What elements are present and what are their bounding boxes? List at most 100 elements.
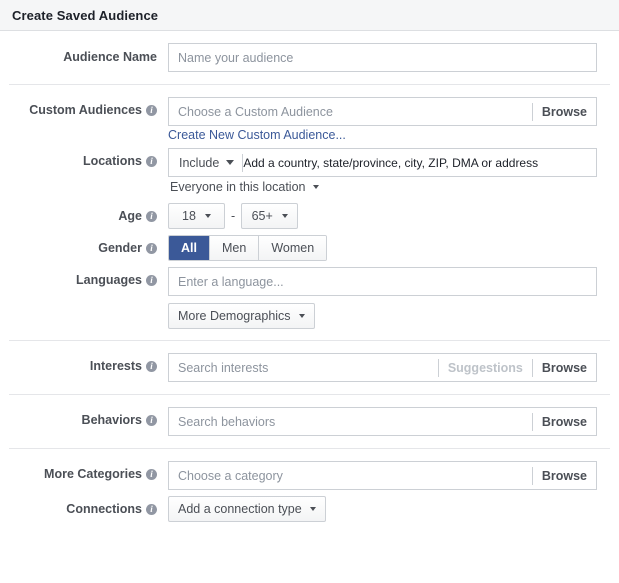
locations-search-input[interactable]: Add a country, state/province, city, ZIP… — [243, 156, 538, 170]
custom-audiences-placeholder: Choose a Custom Audience — [169, 105, 532, 119]
chevron-down-icon — [205, 214, 211, 218]
control-interests: Search interests Suggestions Browse — [168, 353, 610, 382]
label-more-categories: More Categories — [9, 461, 168, 481]
control-audience-name: Name your audience — [168, 43, 610, 72]
label-locations: Locations — [9, 148, 168, 168]
connections-label: Add a connection type — [178, 502, 302, 516]
control-behaviors: Search behaviors Browse — [168, 407, 610, 436]
control-more-categories: Choose a category Browse — [168, 461, 610, 490]
label-behaviors: Behaviors — [9, 407, 168, 427]
label-interests: Interests — [9, 353, 168, 373]
label-text: Behaviors — [82, 413, 142, 427]
label-text: Custom Audiences — [29, 103, 142, 117]
info-icon[interactable] — [146, 105, 157, 116]
row-locations: Locations Include Add a country, state/p… — [0, 148, 619, 194]
gender-segmented-control: All Men Women — [168, 235, 327, 261]
more-demographics-label: More Demographics — [178, 309, 291, 323]
info-icon[interactable] — [146, 275, 157, 286]
age-max-dropdown[interactable]: 65+ — [241, 203, 298, 229]
row-age: Age 18 - 65+ — [0, 203, 619, 229]
browse-button[interactable]: Browse — [533, 415, 596, 429]
label-connections: Connections — [9, 496, 168, 516]
chevron-down-icon — [282, 214, 288, 218]
label-text: Audience Name — [63, 50, 157, 64]
row-gender: Gender All Men Women — [0, 235, 619, 261]
label-languages: Languages — [9, 267, 168, 287]
chevron-down-icon — [299, 314, 305, 318]
age-min-dropdown[interactable]: 18 — [168, 203, 225, 229]
interests-input[interactable]: Search interests Suggestions Browse — [168, 353, 597, 382]
locations-scope-dropdown[interactable]: Everyone in this location — [168, 177, 321, 194]
locations-scope-value: Everyone in this location — [170, 180, 306, 194]
divider-after-behaviors — [9, 448, 610, 449]
interests-placeholder: Search interests — [169, 361, 438, 375]
info-icon[interactable] — [146, 243, 157, 254]
label-age: Age — [9, 203, 168, 223]
page-title: Create Saved Audience — [12, 8, 158, 23]
custom-audiences-input[interactable]: Choose a Custom Audience Browse — [168, 97, 597, 126]
dialog-header: Create Saved Audience — [0, 0, 619, 31]
more-categories-input[interactable]: Choose a category Browse — [168, 461, 597, 490]
control-age: 18 - 65+ — [168, 203, 610, 229]
gender-option-men[interactable]: Men — [209, 236, 258, 260]
chevron-down-icon — [310, 507, 316, 511]
label-text: Languages — [76, 273, 142, 287]
control-custom-audiences: Choose a Custom Audience Browse Create N… — [168, 97, 610, 142]
label-text: More Categories — [44, 467, 142, 481]
behaviors-placeholder: Search behaviors — [169, 415, 532, 429]
row-audience-name: Audience Name Name your audience — [0, 43, 619, 72]
label-text: Age — [118, 209, 142, 223]
languages-placeholder: Enter a language... — [169, 275, 596, 289]
label-text: Interests — [90, 359, 142, 373]
age-range-group: 18 - 65+ — [168, 203, 610, 229]
browse-button[interactable]: Browse — [533, 469, 596, 483]
age-range-separator: - — [225, 209, 241, 223]
gender-option-all[interactable]: All — [169, 236, 209, 260]
info-icon[interactable] — [146, 361, 157, 372]
row-more-categories: More Categories Choose a category Browse — [0, 461, 619, 490]
chevron-down-icon — [313, 185, 319, 189]
locations-include-dropdown[interactable]: Include — [169, 156, 242, 170]
row-connections: Connections Add a connection type — [0, 496, 619, 522]
suggestions-button[interactable]: Suggestions — [439, 361, 532, 375]
more-demographics-dropdown[interactable]: More Demographics — [168, 303, 315, 329]
browse-button[interactable]: Browse — [533, 361, 596, 375]
control-gender: All Men Women — [168, 235, 610, 261]
control-connections: Add a connection type — [168, 496, 610, 522]
info-icon[interactable] — [146, 504, 157, 515]
row-custom-audiences: Custom Audiences Choose a Custom Audienc… — [0, 97, 619, 142]
divider-after-demographics — [9, 340, 610, 341]
info-icon[interactable] — [146, 156, 157, 167]
languages-input[interactable]: Enter a language... — [168, 267, 597, 296]
locations-input-group: Include Add a country, state/province, c… — [168, 148, 597, 177]
label-audience-name: Audience Name — [9, 43, 168, 64]
info-icon[interactable] — [146, 415, 157, 426]
more-categories-placeholder: Choose a category — [169, 469, 532, 483]
label-gender: Gender — [9, 235, 168, 255]
control-locations: Include Add a country, state/province, c… — [168, 148, 610, 194]
label-text: Locations — [83, 154, 142, 168]
label-text: Gender — [98, 241, 142, 255]
browse-button[interactable]: Browse — [533, 105, 596, 119]
info-icon[interactable] — [146, 211, 157, 222]
gender-option-women[interactable]: Women — [258, 236, 326, 260]
label-custom-audiences: Custom Audiences — [9, 97, 168, 117]
row-languages: Languages Enter a language... More Demog… — [0, 267, 619, 329]
divider-after-audience-name — [9, 84, 610, 85]
chevron-down-icon — [226, 160, 234, 165]
behaviors-input[interactable]: Search behaviors Browse — [168, 407, 597, 436]
row-behaviors: Behaviors Search behaviors Browse — [0, 407, 619, 436]
age-min-value: 18 — [182, 209, 196, 223]
label-text: Connections — [66, 502, 142, 516]
create-new-custom-audience-link[interactable]: Create New Custom Audience... — [168, 126, 346, 142]
info-icon[interactable] — [146, 469, 157, 480]
audience-form: Audience Name Name your audience Custom … — [0, 31, 619, 522]
audience-name-placeholder: Name your audience — [169, 51, 596, 65]
divider-after-interests — [9, 394, 610, 395]
row-interests: Interests Search interests Suggestions B… — [0, 353, 619, 382]
control-languages: Enter a language... More Demographics — [168, 267, 610, 329]
connections-dropdown[interactable]: Add a connection type — [168, 496, 326, 522]
age-max-value: 65+ — [252, 209, 273, 223]
audience-name-input[interactable]: Name your audience — [168, 43, 597, 72]
locations-include-value: Include — [179, 156, 219, 170]
